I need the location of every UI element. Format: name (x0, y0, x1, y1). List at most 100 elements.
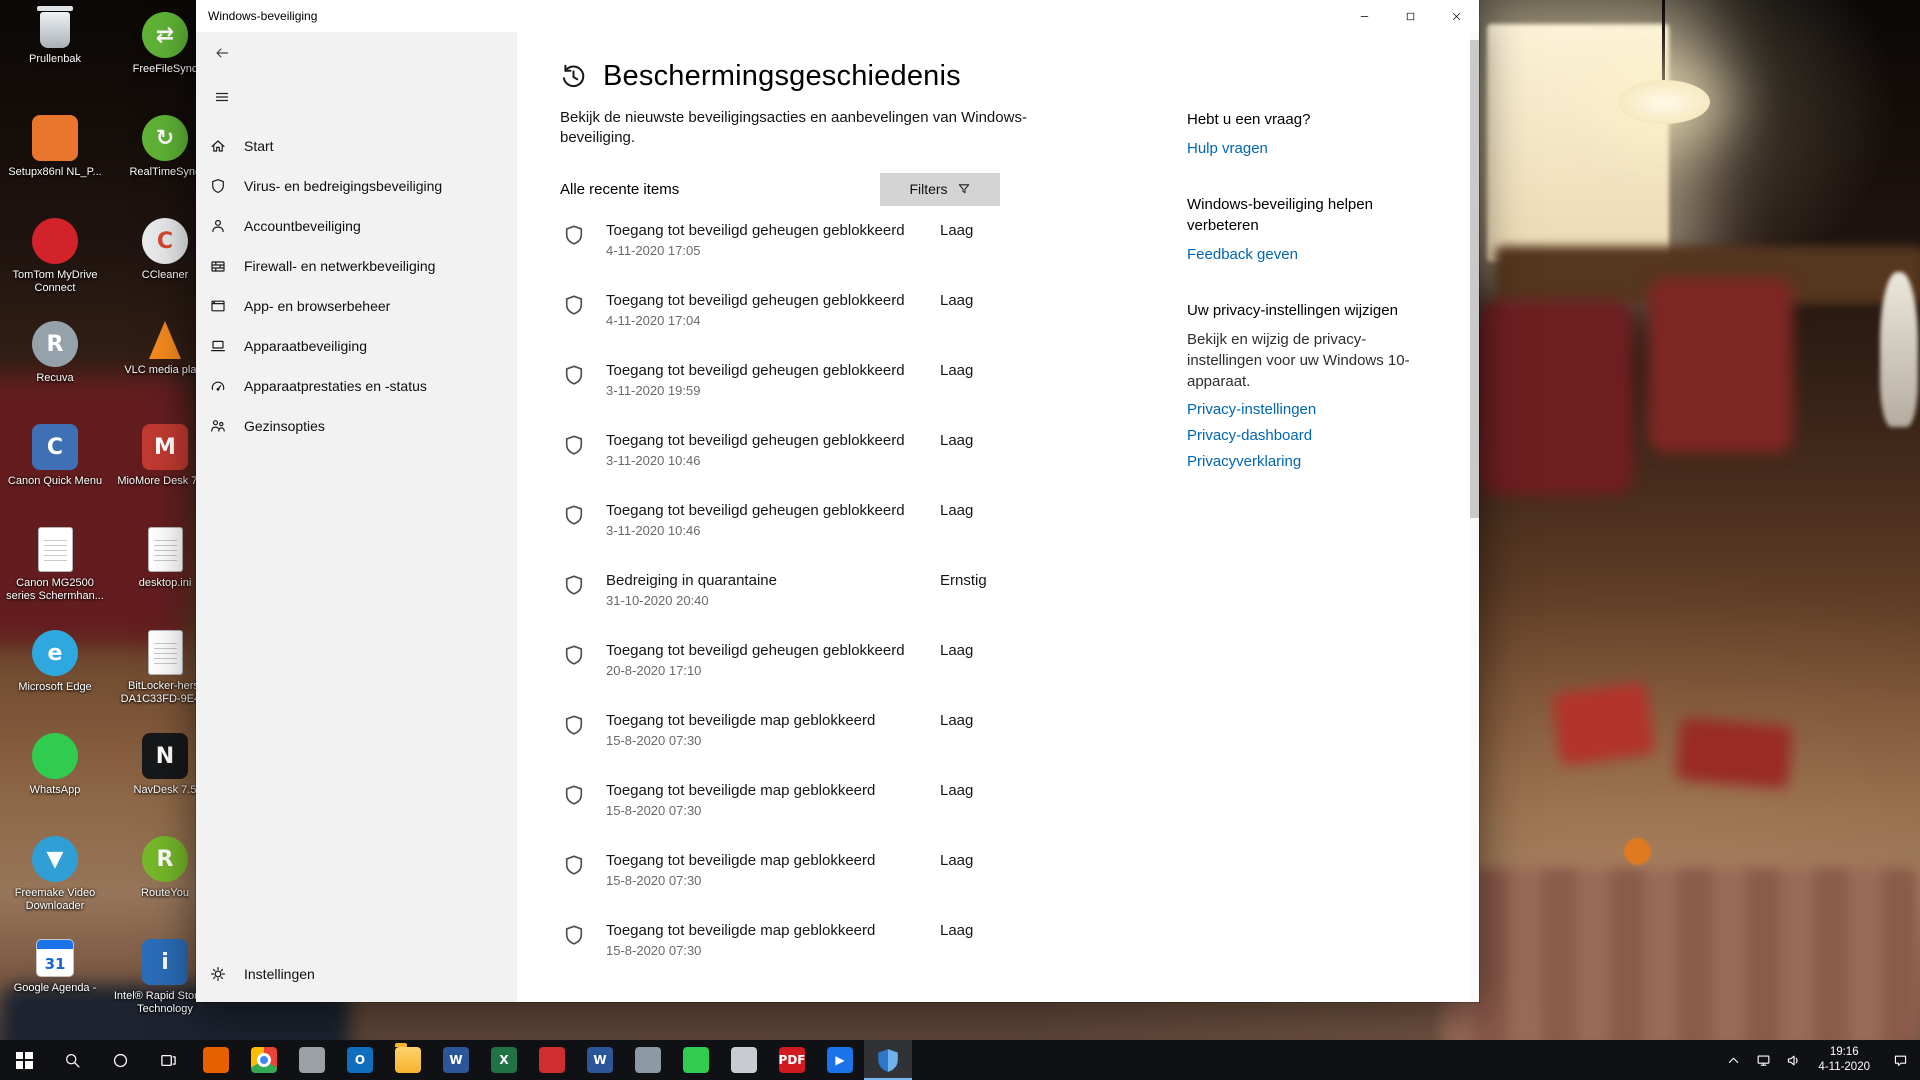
desktop-icon-canon-mg2500[interactable]: Canon MG2500 series Schermhan... (0, 519, 110, 622)
scrollbar-track (1470, 32, 1479, 1002)
cortana-button[interactable] (96, 1040, 144, 1080)
shield-icon (563, 714, 585, 736)
privacy-text: Bekijk en wijzig de privacy-instellingen… (1187, 329, 1412, 392)
freefilesync-icon: ⇄ (142, 12, 188, 58)
privacy-link-2[interactable]: Privacyverklaring (1187, 453, 1439, 470)
sidebar-item-settings[interactable]: Instellingen (196, 954, 517, 994)
clock[interactable]: 19:16 4-11-2020 (1808, 1045, 1880, 1075)
start-button[interactable] (0, 1040, 48, 1080)
bitlocker-icon (148, 630, 183, 675)
sidebar-item-apps-browser[interactable]: App- en browserbeheer (196, 286, 517, 326)
desktop-icon-canon-quick-menu[interactable]: C Canon Quick Menu (0, 416, 110, 519)
history-item-title: Toegang tot beveiligde map geblokkeerd (606, 782, 940, 801)
close-button[interactable] (1433, 0, 1479, 32)
history-item-title: Toegang tot beveiligde map geblokkeerd (606, 712, 940, 731)
taskbar-app-notes[interactable] (720, 1040, 768, 1080)
maximize-button[interactable] (1387, 0, 1433, 32)
photo-rug (1440, 868, 1920, 1048)
sidebar-nav: Start Virus- en bedreigingsbeveiliging A… (196, 126, 517, 446)
desktop-icon-google-agenda[interactable]: 31 Google Agenda - (0, 931, 110, 1034)
sidebar-item-virus[interactable]: Virus- en bedreigingsbeveiliging (196, 166, 517, 206)
search-icon (64, 1052, 81, 1069)
menu-button[interactable] (202, 82, 242, 112)
taskbar-app-word[interactable]: W (432, 1040, 480, 1080)
taskbar-app-word-document[interactable]: W (576, 1040, 624, 1080)
tray-overflow-button[interactable] (1718, 1040, 1748, 1080)
page-title: Beschermingsgeschiedenis (603, 60, 961, 93)
desktop-icon-setup-x86[interactable]: Setupx86nl NL_P... (0, 107, 110, 210)
desktop-icon-freemake[interactable]: ▼ Freemake Video Downloader (0, 828, 110, 931)
clock-date: 4-11-2020 (1818, 1060, 1870, 1075)
taskbar-app-windows-security[interactable] (864, 1040, 912, 1080)
windows-security-icon (875, 1047, 901, 1073)
taskbar-app-excel[interactable]: X (480, 1040, 528, 1080)
privacy-link-0[interactable]: Privacy-instellingen (1187, 401, 1439, 418)
minimize-button[interactable] (1341, 0, 1387, 32)
volume-button[interactable] (1778, 1040, 1808, 1080)
filters-button[interactable]: Filters (880, 173, 1000, 206)
desktop-icon-prullenbak[interactable]: Prullenbak (0, 4, 110, 107)
history-item-10[interactable]: Toegang tot beveiligde map geblokkeerd 1… (560, 922, 1479, 992)
sidebar-item-firewall[interactable]: Firewall- en netwerkbeveiliging (196, 246, 517, 286)
desktop-icons: Prullenbak ⇄ FreeFileSync Setupx86nl NL_… (0, 4, 220, 1034)
history-item-text: Toegang tot beveiligde map geblokkeerd 1… (606, 712, 940, 749)
taskbar-app-outlook[interactable]: O (336, 1040, 384, 1080)
taskbar-app-printer-utility[interactable] (288, 1040, 336, 1080)
taskbar-app-chrome[interactable] (240, 1040, 288, 1080)
shield-icon (563, 504, 585, 526)
taskbar-app-file-manager[interactable] (624, 1040, 672, 1080)
desktop-icon-microsoft-edge[interactable]: e Microsoft Edge (0, 622, 110, 725)
taskbar-app-media-player[interactable] (528, 1040, 576, 1080)
desktop-icon-label: Canon Quick Menu (8, 475, 102, 488)
sidebar-item-device[interactable]: Apparaatbeveiliging (196, 326, 517, 366)
notification-icon (1893, 1053, 1908, 1068)
firefox-icon (203, 1047, 229, 1073)
history-item-6[interactable]: Toegang tot beveiligd geheugen geblokkee… (560, 642, 1479, 712)
shield-icon (563, 294, 585, 316)
desktop-icon-label: Microsoft Edge (18, 681, 91, 694)
history-item-title: Toegang tot beveiligd geheugen geblokkee… (606, 642, 940, 661)
history-item-7[interactable]: Toegang tot beveiligde map geblokkeerd 1… (560, 712, 1479, 782)
desktop-icon-tomtom-mydrive[interactable]: TomTom MyDrive Connect (0, 210, 110, 313)
give-feedback-link[interactable]: Feedback geven (1187, 246, 1439, 263)
taskbar-app-firefox[interactable] (192, 1040, 240, 1080)
task-view-button[interactable] (144, 1040, 192, 1080)
back-button[interactable] (202, 38, 242, 68)
google-agenda-icon: 31 (36, 939, 74, 977)
sidebar-item-account[interactable]: Accountbeveiliging (196, 206, 517, 246)
desktop-icon-label: WhatsApp (30, 784, 81, 797)
history-item-5[interactable]: Bedreiging in quarantaine 31-10-2020 20:… (560, 572, 1479, 642)
window-body: Start Virus- en bedreigingsbeveiliging A… (196, 32, 1479, 1002)
taskbar-app-whatsapp[interactable] (672, 1040, 720, 1080)
action-center-button[interactable] (1880, 1040, 1920, 1080)
funnel-icon (957, 182, 971, 196)
taskbar-search-button[interactable] (48, 1040, 96, 1080)
sidebar-item-family[interactable]: Gezinsopties (196, 406, 517, 446)
system-tray: 19:16 4-11-2020 (1718, 1040, 1920, 1080)
network-button[interactable] (1748, 1040, 1778, 1080)
file-explorer-icon (395, 1047, 421, 1073)
taskbar-app-share-app[interactable]: ▶ (816, 1040, 864, 1080)
history-item-title: Toegang tot beveiligde map geblokkeerd (606, 852, 940, 871)
titlebar[interactable]: Windows-beveiliging (196, 0, 1479, 32)
history-item-8[interactable]: Toegang tot beveiligde map geblokkeerd 1… (560, 782, 1479, 852)
privacy-link-1[interactable]: Privacy-dashboard (1187, 427, 1439, 444)
home-icon (210, 138, 226, 154)
history-item-date: 4-11-2020 17:05 (606, 243, 940, 258)
person-icon (210, 218, 226, 234)
scrollbar-thumb[interactable] (1470, 40, 1479, 518)
get-help-link[interactable]: Hulp vragen (1187, 140, 1439, 157)
history-item-4[interactable]: Toegang tot beveiligd geheugen geblokkee… (560, 502, 1479, 572)
sidebar-item-start[interactable]: Start (196, 126, 517, 166)
taskbar-app-file-explorer[interactable] (384, 1040, 432, 1080)
apps-icon (210, 298, 226, 314)
desktop-icon-whatsapp[interactable]: WhatsApp (0, 725, 110, 828)
printer-utility-icon (299, 1047, 325, 1073)
taskbar-app-pdf-reader[interactable]: PDF (768, 1040, 816, 1080)
maximize-icon (1405, 11, 1416, 22)
whatsapp-icon (32, 733, 78, 779)
sidebar-item-performance[interactable]: Apparaatprestaties en -status (196, 366, 517, 406)
desktop-icon-label: NavDesk 7.5 (134, 784, 197, 797)
desktop-icon-recuva[interactable]: R Recuva (0, 313, 110, 416)
history-item-9[interactable]: Toegang tot beveiligde map geblokkeerd 1… (560, 852, 1479, 922)
